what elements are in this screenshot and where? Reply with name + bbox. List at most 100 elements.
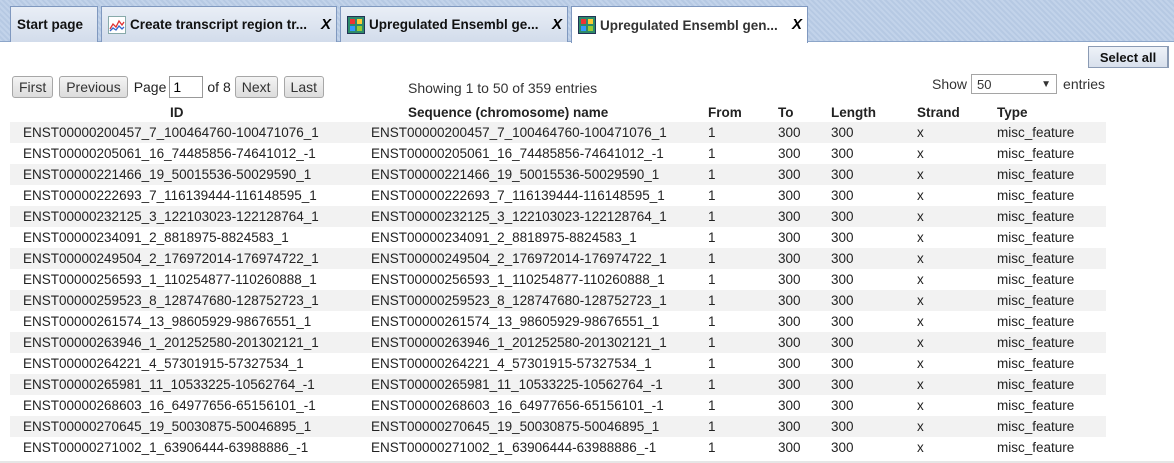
cell-strand: x xyxy=(917,440,924,455)
cell-type: misc_feature xyxy=(997,167,1075,182)
cell-strand: x xyxy=(917,335,924,350)
cell-strand: x xyxy=(917,377,924,392)
cell-from: 1 xyxy=(708,146,716,161)
select-all-button[interactable]: Select all xyxy=(1088,46,1168,68)
cell-from: 1 xyxy=(708,440,716,455)
cell-length: 300 xyxy=(831,377,854,392)
cell-to: 300 xyxy=(778,167,801,182)
table-row[interactable]: ENST00000221466_19_50015536-50029590_1 EN… xyxy=(10,164,1106,185)
show-label: Show xyxy=(932,76,968,92)
cell-strand: x xyxy=(917,146,924,161)
cell-sequence-name: ENST00000271002_1_63906444-63988886_-1 xyxy=(371,440,657,455)
table-row[interactable]: ENST00000264221_4_57301915-57327534_1 ENS… xyxy=(10,353,1106,374)
table-icon xyxy=(347,15,365,34)
tab-upregulated-ensembl-1[interactable]: Upregulated Ensembl ge... X xyxy=(340,6,568,42)
column-header-id[interactable]: ID xyxy=(10,102,358,122)
cell-strand: x xyxy=(917,209,924,224)
table-row[interactable]: ENST00000249504_2_176972014-176974722_1 E… xyxy=(10,248,1106,269)
cell-type: misc_feature xyxy=(997,272,1075,287)
table-icon xyxy=(578,16,596,34)
column-header-strand[interactable]: Strand xyxy=(917,102,997,122)
column-header-type[interactable]: Type xyxy=(997,102,1106,122)
cell-id: ENST00000249504_2_176972014-176974722_1 xyxy=(23,251,319,266)
cell-id: ENST00000232125_3_122103023-122128764_1 xyxy=(23,209,319,224)
previous-page-button[interactable]: Previous xyxy=(59,76,128,98)
tab-create-transcript-region[interactable]: Create transcript region tr... X xyxy=(101,6,337,42)
last-page-button[interactable]: Last xyxy=(283,76,325,98)
column-header-sequence-name[interactable]: Sequence (chromosome) name xyxy=(358,102,708,122)
cell-from: 1 xyxy=(708,272,716,287)
column-header-length[interactable]: Length xyxy=(831,102,917,122)
first-page-button[interactable]: First xyxy=(12,76,54,98)
cell-to: 300 xyxy=(778,398,801,413)
cell-strand: x xyxy=(917,167,924,182)
cell-id: ENST00000265981_11_10533225-10562764_-1 xyxy=(23,377,315,392)
table-row[interactable]: ENST00000271002_1_63906444-63988886_-1 EN… xyxy=(10,437,1106,458)
close-icon[interactable]: X xyxy=(792,16,802,33)
table-row[interactable]: ENST00000256593_1_110254877-110260888_1 E… xyxy=(10,269,1106,290)
tab-upregulated-ensembl-2[interactable]: Upregulated Ensembl gen... X xyxy=(571,6,808,43)
cell-id: ENST00000270645_19_50030875-50046895_1 xyxy=(23,419,312,434)
table-row[interactable]: ENST00000232125_3_122103023-122128764_1 E… xyxy=(10,206,1106,227)
cell-type: misc_feature xyxy=(997,335,1075,350)
cell-length: 300 xyxy=(831,230,854,245)
cell-strand: x xyxy=(917,314,924,329)
cell-sequence-name: ENST00000259523_8_128747680-128752723_1 xyxy=(371,293,667,308)
cell-length: 300 xyxy=(831,251,854,266)
cell-id: ENST00000205061_16_74485856-74641012_-1 xyxy=(23,146,316,161)
toolbar-edge xyxy=(1168,46,1174,68)
table-row[interactable]: ENST00000265981_11_10533225-10562764_-1 E… xyxy=(10,374,1106,395)
table-row[interactable]: ENST00000205061_16_74485856-74641012_-1 E… xyxy=(10,143,1106,164)
table-row[interactable]: ENST00000270645_19_50030875-50046895_1 EN… xyxy=(10,416,1106,437)
next-page-button[interactable]: Next xyxy=(234,76,278,98)
cell-from: 1 xyxy=(708,314,716,329)
cell-strand: x xyxy=(917,398,924,413)
page-size-value: 50 xyxy=(977,76,992,92)
cell-to: 300 xyxy=(778,251,801,266)
cell-from: 1 xyxy=(708,377,716,392)
cell-type: misc_feature xyxy=(997,146,1075,161)
cell-length: 300 xyxy=(831,335,854,350)
cell-length: 300 xyxy=(831,209,854,224)
cell-length: 300 xyxy=(831,272,854,287)
table-row[interactable]: ENST00000261574_13_98605929-98676551_1 EN… xyxy=(10,311,1106,332)
cell-sequence-name: ENST00000264221_4_57301915-57327534_1 xyxy=(371,356,652,371)
page-size-select[interactable]: 50 ▼ xyxy=(971,74,1058,94)
cell-sequence-name: ENST00000256593_1_110254877-110260888_1 xyxy=(371,272,665,287)
cell-id: ENST00000264221_4_57301915-57327534_1 xyxy=(23,356,304,371)
table-row[interactable]: ENST00000259523_8_128747680-128752723_1 E… xyxy=(10,290,1106,311)
cell-type: misc_feature xyxy=(997,356,1075,371)
cell-from: 1 xyxy=(708,293,716,308)
page-number-input[interactable] xyxy=(169,76,204,98)
tab-start-page[interactable]: Start page xyxy=(10,6,98,42)
cell-length: 300 xyxy=(831,314,854,329)
cell-strand: x xyxy=(917,419,924,434)
close-icon[interactable]: X xyxy=(321,16,331,33)
cell-type: misc_feature xyxy=(997,230,1075,245)
entries-label: entries xyxy=(1063,76,1106,92)
table-header-row: ID Sequence (chromosome) name From To Le… xyxy=(10,102,1106,122)
cell-to: 300 xyxy=(778,293,801,308)
table-row[interactable]: ENST00000268603_16_64977656-65156101_-1 E… xyxy=(10,395,1106,416)
close-icon[interactable]: X xyxy=(552,16,562,33)
table-body: ENST00000200457_7_100464760-100471076_1 E… xyxy=(10,122,1106,458)
cell-type: misc_feature xyxy=(997,440,1075,455)
cell-strand: x xyxy=(917,272,924,287)
table-row[interactable]: ENST00000263946_1_201252580-201302121_1 E… xyxy=(10,332,1106,353)
cell-sequence-name: ENST00000270645_19_50030875-50046895_1 xyxy=(371,419,660,434)
table-row[interactable]: ENST00000222693_7_116139444-116148595_1 E… xyxy=(10,185,1106,206)
page-size-control: Show 50 ▼ entries xyxy=(932,74,1105,94)
column-header-from[interactable]: From xyxy=(708,102,778,122)
cell-sequence-name: ENST00000222693_7_116139444-116148595_1 xyxy=(371,188,665,203)
cell-length: 300 xyxy=(831,356,854,371)
cell-length: 300 xyxy=(831,419,854,434)
cell-strand: x xyxy=(917,188,924,203)
cell-from: 1 xyxy=(708,167,716,182)
cell-from: 1 xyxy=(708,335,716,350)
table-row[interactable]: ENST00000234091_2_8818975-8824583_1 ENST0… xyxy=(10,227,1106,248)
tab-bar: Start page Create transcript region tr..… xyxy=(0,0,1174,43)
cell-id: ENST00000271002_1_63906444-63988886_-1 xyxy=(23,440,309,455)
table-row[interactable]: ENST00000200457_7_100464760-100471076_1 E… xyxy=(10,122,1106,143)
column-header-to[interactable]: To xyxy=(778,102,831,122)
cell-id: ENST00000256593_1_110254877-110260888_1 xyxy=(23,272,317,287)
